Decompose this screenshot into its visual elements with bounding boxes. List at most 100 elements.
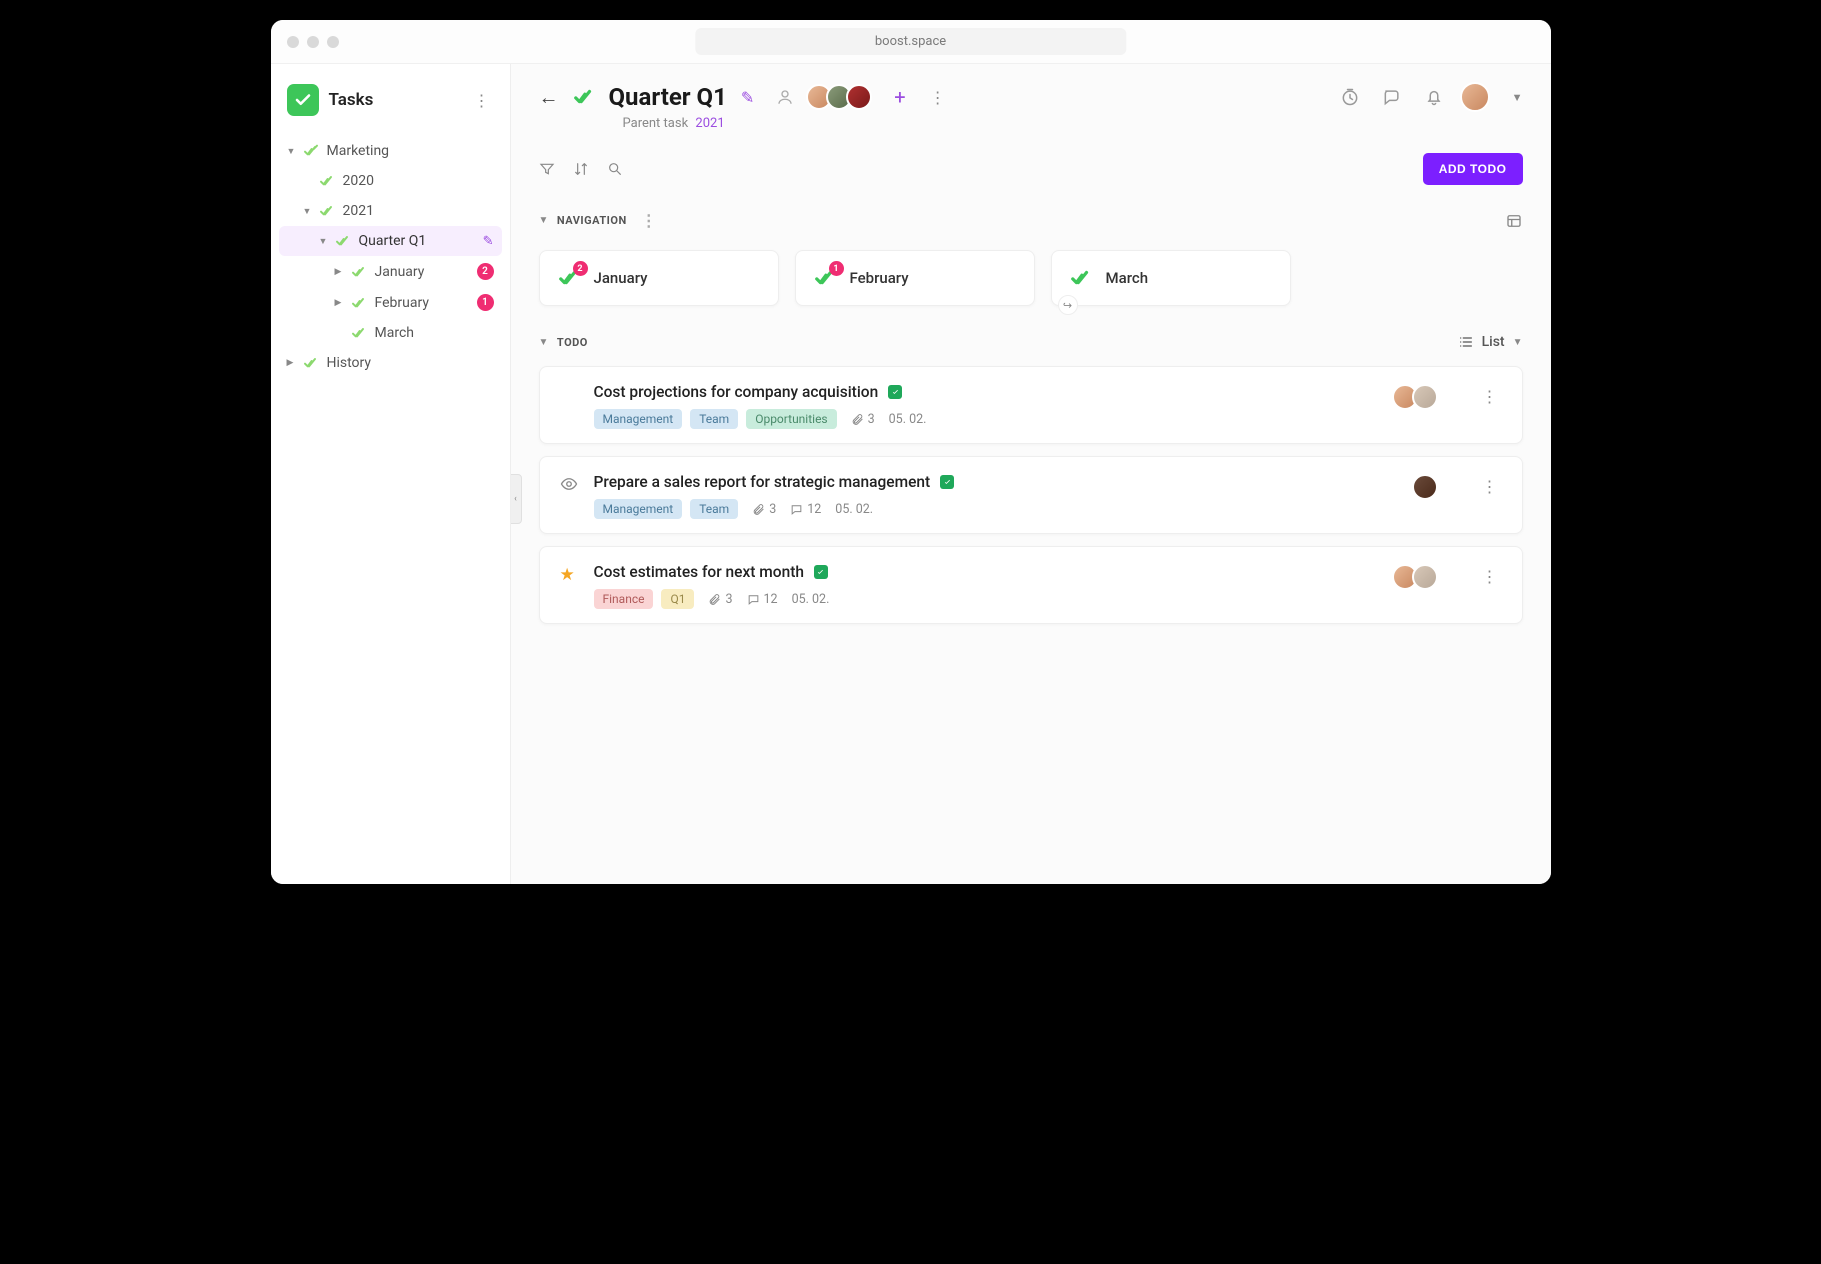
tag[interactable]: Management [594, 499, 683, 519]
chevron-down-icon[interactable]: ▼ [1513, 337, 1523, 348]
member-avatars[interactable] [812, 84, 872, 110]
check-icon [319, 203, 335, 219]
check-icon [351, 264, 367, 280]
attachments-count: 3 [708, 592, 732, 607]
tree-item-month[interactable]: ▶ February 1 [279, 287, 502, 318]
todo-date: 05. 02. [792, 592, 830, 607]
sidebar: Tasks ⋮ ▼ Marketing ▶ 2020 ▼ 2021 [271, 64, 511, 884]
add-todo-button[interactable]: ADD TODO [1423, 153, 1523, 185]
tag[interactable]: Finance [594, 589, 654, 609]
todo-date: 05. 02. [835, 502, 873, 517]
nav-card-title: January [594, 269, 648, 287]
url-bar[interactable]: boost.space [695, 28, 1126, 55]
check-icon [351, 325, 367, 341]
sort-icon[interactable] [573, 161, 589, 177]
avatar[interactable] [1412, 474, 1438, 500]
tree-item-marketing[interactable]: ▼ Marketing [279, 136, 502, 166]
eye-icon[interactable] [560, 475, 578, 493]
nav-card[interactable]: March ↪ [1051, 250, 1291, 306]
count-badge: 1 [477, 294, 494, 311]
check-icon: 2 [558, 267, 580, 289]
pencil-icon[interactable]: ✎ [483, 234, 494, 249]
sidebar-collapse-handle[interactable]: ‹ [511, 474, 522, 524]
todo-card[interactable]: Prepare a sales report for strategic man… [539, 456, 1523, 534]
avatar[interactable] [846, 84, 872, 110]
shield-icon [814, 565, 828, 579]
tag[interactable]: Q1 [661, 589, 694, 609]
traffic-lights [287, 36, 339, 48]
tag[interactable]: Team [690, 499, 738, 519]
attachments-count: 3 [752, 502, 776, 517]
tree-item-2021[interactable]: ▼ 2021 [279, 196, 502, 226]
view-mode-label[interactable]: List [1482, 334, 1505, 350]
check-icon [573, 86, 595, 108]
minimize-window[interactable] [307, 36, 319, 48]
close-window[interactable] [287, 36, 299, 48]
assignee-icon[interactable] [776, 88, 794, 106]
check-icon [303, 143, 319, 159]
sidebar-title: Tasks [329, 90, 470, 110]
tag[interactable]: Team [690, 409, 738, 429]
breadcrumb: Parent task 2021 [623, 116, 1523, 131]
todo-menu-icon[interactable]: ⋮ [1478, 383, 1502, 410]
star-icon[interactable]: ★ [560, 565, 575, 585]
avatar[interactable] [1412, 564, 1438, 590]
todo-menu-icon[interactable]: ⋮ [1478, 563, 1502, 590]
nav-card-title: February [850, 269, 909, 287]
list-view-icon[interactable] [1458, 334, 1474, 350]
avatar[interactable] [1412, 384, 1438, 410]
todo-card[interactable]: Cost projections for company acquisition… [539, 366, 1523, 444]
section-title-navigation: NAVIGATION [557, 214, 627, 227]
nav-card[interactable]: 1 February [795, 250, 1035, 306]
filter-icon[interactable] [539, 161, 555, 177]
chevron-down-icon[interactable]: ▼ [539, 337, 549, 348]
tree-item-month[interactable]: ▶ January 2 [279, 256, 502, 287]
comments-count: 12 [747, 592, 778, 607]
count-badge: 2 [573, 261, 588, 276]
section-title-todo: TODO [557, 336, 588, 349]
todo-date: 05. 02. [889, 412, 927, 427]
tag[interactable]: Management [594, 409, 683, 429]
page-title: Quarter Q1 [609, 83, 727, 111]
tree-label: March [375, 325, 494, 341]
todo-menu-icon[interactable]: ⋮ [1478, 473, 1502, 500]
back-arrow-icon[interactable]: ← [539, 85, 559, 110]
tree-label: Marketing [327, 143, 494, 159]
breadcrumb-link[interactable]: 2021 [695, 116, 724, 131]
search-icon[interactable] [607, 161, 623, 177]
section-menu-icon[interactable]: ⋮ [637, 207, 662, 234]
nav-card[interactable]: 2 January [539, 250, 779, 306]
comments-count: 12 [790, 502, 821, 517]
sidebar-tree: ▼ Marketing ▶ 2020 ▼ 2021 ▼ Quar [271, 132, 510, 382]
chevron-down-icon[interactable]: ▼ [1512, 91, 1523, 104]
layout-icon[interactable] [1505, 212, 1523, 230]
add-member-icon[interactable]: + [894, 85, 905, 109]
check-icon [335, 233, 351, 249]
more-menu-icon[interactable]: ⋮ [926, 84, 950, 111]
check-icon: 1 [814, 267, 836, 289]
tree-label: 2021 [343, 203, 494, 219]
check-icon [1070, 267, 1092, 289]
maximize-window[interactable] [327, 36, 339, 48]
edit-title-icon[interactable]: ✎ [741, 88, 754, 107]
tree-item-history[interactable]: ▶ History [279, 348, 502, 378]
todo-card[interactable]: ★ Cost estimates for next month FinanceQ… [539, 546, 1523, 624]
tree-item-2020[interactable]: ▶ 2020 [279, 166, 502, 196]
redo-icon[interactable]: ↪ [1058, 295, 1078, 315]
todo-title: Cost projections for company acquisition [594, 383, 879, 401]
sidebar-menu-icon[interactable]: ⋮ [470, 87, 494, 114]
chat-icon[interactable] [1382, 87, 1402, 107]
tree-item-quarter-q1[interactable]: ▼ Quarter Q1 ✎ [279, 226, 502, 256]
tree-item-month[interactable]: ▶ March [279, 318, 502, 348]
chevron-down-icon[interactable]: ▼ [539, 215, 549, 226]
current-user-avatar[interactable] [1460, 82, 1490, 112]
tag[interactable]: Opportunities [746, 409, 836, 429]
todo-title: Prepare a sales report for strategic man… [594, 473, 931, 491]
shield-icon [940, 475, 954, 489]
tree-label: Quarter Q1 [359, 233, 483, 249]
bell-icon[interactable] [1424, 87, 1444, 107]
titlebar: boost.space [271, 20, 1551, 64]
timer-icon[interactable] [1340, 87, 1360, 107]
check-icon [351, 295, 367, 311]
attachments-count: 3 [851, 412, 875, 427]
